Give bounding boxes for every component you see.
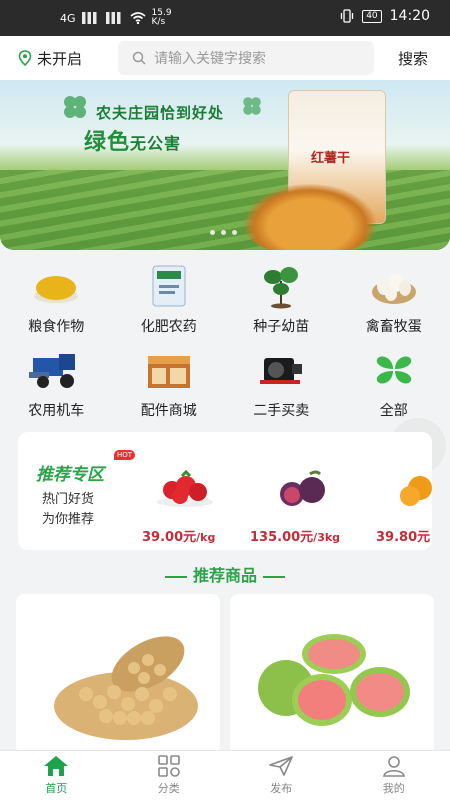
carousel-dot bbox=[221, 230, 226, 235]
category-machinery[interactable]: 农用机车 bbox=[0, 346, 113, 420]
recommend-price-3: 39.80元 bbox=[376, 526, 430, 545]
category-label: 配件商城 bbox=[140, 403, 197, 419]
sweet-potato-image bbox=[244, 184, 376, 250]
price-value: 135.00元 bbox=[250, 530, 314, 545]
clover-decoration-icon bbox=[64, 96, 86, 118]
eggs-icon bbox=[366, 262, 422, 310]
home-icon bbox=[44, 756, 69, 776]
tab-home[interactable]: 首页 bbox=[0, 751, 113, 800]
tab-label: 分类 bbox=[157, 782, 180, 795]
banner-headline: 绿色无公害 bbox=[84, 124, 181, 156]
recommend-title: 推荐专区 bbox=[36, 465, 104, 485]
seedling-icon bbox=[253, 262, 309, 310]
grain-icon bbox=[28, 262, 84, 310]
recommend-zone[interactable]: 推荐专区 HOT 热门好货 为你推荐 39.00元/kg 135.00元/3kg… bbox=[18, 432, 432, 550]
carousel-dot bbox=[210, 230, 215, 235]
status-bar: 4G 15.9 K/s 40 14:20 bbox=[0, 0, 450, 36]
top-header: 未开启 请输入关键字搜索 搜索 bbox=[0, 36, 450, 80]
promo-banner[interactable]: 农夫庄园恰到好处 绿色无公害 红薯干 bbox=[0, 80, 450, 250]
strawberry-icon bbox=[157, 469, 213, 507]
product-card-guava[interactable] bbox=[230, 594, 434, 754]
heading-line-left bbox=[164, 575, 187, 578]
tab-category[interactable]: 分类 bbox=[113, 751, 226, 800]
user-icon bbox=[382, 756, 405, 777]
category-label: 农用机车 bbox=[28, 403, 85, 419]
package-label: 红薯干 bbox=[311, 151, 351, 166]
search-input[interactable]: 请输入关键字搜索 bbox=[118, 41, 374, 75]
location-pin-icon bbox=[18, 50, 32, 66]
carousel-indicator bbox=[210, 230, 237, 235]
recommend-price-2: 135.00元/3kg bbox=[250, 526, 340, 545]
orange-icon bbox=[400, 476, 432, 506]
category-label: 种子幼苗 bbox=[253, 319, 310, 335]
price-value: 39.00元 bbox=[142, 530, 197, 545]
search-icon bbox=[132, 51, 146, 65]
category-icon bbox=[157, 755, 180, 777]
location-button[interactable]: 未开启 bbox=[0, 48, 118, 69]
recommend-subtitle-1: 热门好货 bbox=[42, 492, 95, 507]
clover-icon bbox=[366, 346, 422, 394]
soybean-image bbox=[54, 636, 198, 740]
bottom-tab-bar: 首页 分类 发布 我的 bbox=[0, 750, 450, 800]
tab-publish[interactable]: 发布 bbox=[225, 751, 338, 800]
product-card-soybean[interactable] bbox=[16, 594, 220, 754]
category-label: 全部 bbox=[379, 403, 408, 419]
category-parts-store[interactable]: 配件商城 bbox=[113, 346, 226, 420]
banner-headline-big: 绿色 bbox=[84, 130, 131, 155]
price-unit: /kg bbox=[196, 531, 216, 544]
parts-store-icon bbox=[141, 346, 197, 394]
vibrate-icon bbox=[341, 9, 354, 23]
recommended-products-heading: 推荐商品 bbox=[0, 562, 450, 586]
signal-icon-2 bbox=[105, 12, 124, 24]
heading-line-right bbox=[263, 575, 285, 578]
recommend-item-orange[interactable] bbox=[396, 468, 432, 514]
recommend-item-strawberry[interactable] bbox=[154, 468, 216, 512]
category-fertilizer[interactable]: 化肥农药 bbox=[113, 262, 226, 336]
tab-label: 我的 bbox=[382, 782, 405, 795]
tab-label: 发布 bbox=[270, 782, 293, 795]
tab-mine[interactable]: 我的 bbox=[338, 751, 450, 800]
banner-headline-small: 无公害 bbox=[130, 134, 182, 153]
signal-icon bbox=[81, 12, 100, 24]
location-label: 未开启 bbox=[37, 49, 83, 68]
recommend-item-fig[interactable] bbox=[270, 468, 334, 514]
recommend-subtitle-2: 为你推荐 bbox=[42, 512, 95, 527]
search-button[interactable]: 搜索 bbox=[398, 48, 428, 69]
fertilizer-icon bbox=[141, 262, 197, 310]
wifi-icon bbox=[130, 12, 146, 24]
send-icon bbox=[269, 756, 294, 776]
recommend-price-1: 39.00元/kg bbox=[142, 526, 215, 545]
guava-image bbox=[258, 634, 410, 726]
category-second-hand[interactable]: 二手买卖 bbox=[225, 346, 338, 420]
fig-icon bbox=[280, 470, 325, 506]
price-value: 39.80元 bbox=[376, 530, 431, 545]
clock: 14:20 bbox=[389, 8, 430, 24]
clover-decoration-icon-2 bbox=[243, 97, 261, 115]
category-seedling[interactable]: 种子幼苗 bbox=[225, 262, 338, 336]
tractor-icon bbox=[28, 346, 84, 394]
category-livestock[interactable]: 禽畜牧蛋 bbox=[338, 262, 450, 336]
price-unit: /3kg bbox=[313, 531, 341, 544]
banner-slogan: 农夫庄园恰到好处 bbox=[96, 104, 225, 122]
category-grid: 粮食作物 化肥农药 种子幼苗 禽畜牧蛋 农用机车 配件商城 二手买卖 全部 bbox=[0, 262, 450, 420]
tab-label: 首页 bbox=[45, 782, 68, 795]
category-label: 粮食作物 bbox=[28, 319, 85, 335]
hot-badge: HOT bbox=[114, 450, 136, 460]
category-label: 化肥农药 bbox=[140, 319, 197, 335]
section-title: 推荐商品 bbox=[192, 566, 257, 585]
engine-icon bbox=[253, 346, 309, 394]
search-placeholder: 请输入关键字搜索 bbox=[154, 51, 266, 67]
category-grain[interactable]: 粮食作物 bbox=[0, 262, 113, 336]
category-label: 禽畜牧蛋 bbox=[365, 319, 422, 335]
category-all[interactable]: 全部 bbox=[338, 346, 450, 420]
battery-icon: 40 bbox=[362, 9, 382, 23]
category-label: 二手买卖 bbox=[253, 403, 310, 419]
speed-unit: K/s bbox=[151, 17, 166, 27]
network-type: 4G bbox=[60, 11, 76, 25]
carousel-dot bbox=[232, 230, 237, 235]
